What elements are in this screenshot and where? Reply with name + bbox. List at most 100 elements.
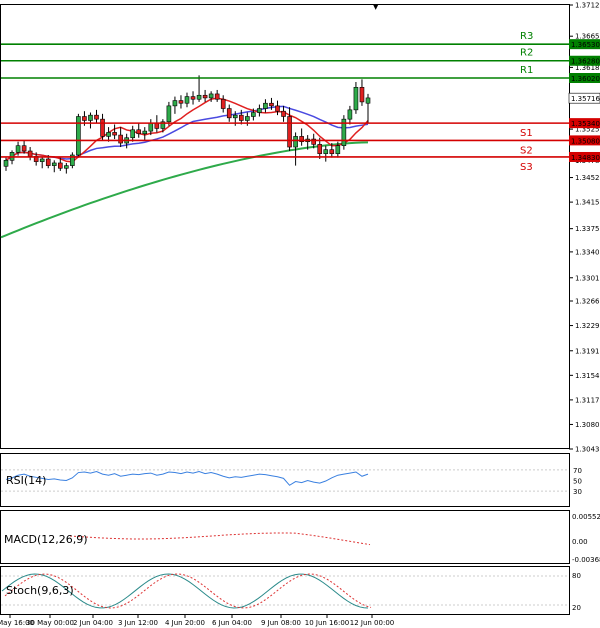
y-tick-label: 1.31170 bbox=[575, 396, 600, 404]
level-name-r2: R2 bbox=[520, 48, 533, 59]
x-tick-label: 12 Jun 00:00 bbox=[350, 619, 394, 627]
candle-body bbox=[275, 105, 280, 112]
y-tick-label: 1.34150 bbox=[575, 199, 600, 207]
y-tick-label: 1.37120 bbox=[575, 2, 600, 10]
y-tick-label: 1.33400 bbox=[575, 248, 600, 256]
macd-label: MACD(12,26,9) bbox=[4, 533, 88, 546]
candle-body bbox=[172, 100, 178, 107]
macd-tick-label: 0.005524 bbox=[572, 513, 600, 521]
candle-body bbox=[130, 129, 135, 139]
y-tick-label: 1.31910 bbox=[575, 347, 600, 355]
level-price-label: 1.36530 bbox=[571, 41, 600, 49]
candle-body bbox=[214, 93, 220, 100]
stoch-label: Stoch(9,6,3) bbox=[6, 584, 74, 597]
level-name-s1: S1 bbox=[520, 128, 533, 139]
candle-body bbox=[51, 162, 57, 166]
stoch-tick-label: 80 bbox=[572, 572, 581, 580]
candle-body bbox=[232, 114, 238, 119]
candle-body bbox=[329, 149, 335, 154]
level-name-s3: S3 bbox=[520, 162, 533, 173]
y-tick-label: 1.31540 bbox=[575, 372, 600, 380]
candle-body bbox=[82, 116, 87, 121]
x-tick-label: 30 May 00:00 bbox=[26, 619, 74, 627]
candle-body bbox=[220, 98, 226, 109]
candle-body bbox=[365, 97, 371, 104]
candle-body bbox=[94, 114, 99, 120]
x-tick-label: 2 Jun 04:00 bbox=[73, 619, 113, 627]
candle-body bbox=[184, 96, 190, 104]
candle-body bbox=[245, 116, 250, 121]
candle-body bbox=[148, 122, 154, 132]
candle-body bbox=[21, 145, 27, 152]
rsi-tick-label: 70 bbox=[573, 467, 582, 475]
y-tick-label: 1.33010 bbox=[575, 274, 600, 282]
scroll-arrow-icon: ▼ bbox=[373, 3, 379, 11]
level-name-s2: S2 bbox=[520, 145, 533, 156]
level-name-r1: R1 bbox=[520, 65, 533, 76]
candle-body bbox=[39, 158, 45, 162]
stoch-tick-label: 20 bbox=[572, 604, 581, 612]
y-tick-label: 1.32660 bbox=[575, 298, 600, 306]
candle-body bbox=[76, 116, 81, 156]
candle-body bbox=[323, 149, 329, 154]
candle-body bbox=[100, 118, 105, 137]
candle-body bbox=[190, 96, 196, 100]
candle-body bbox=[45, 158, 51, 166]
candle-body bbox=[353, 86, 359, 111]
rsi-tick-label: 50 bbox=[573, 478, 582, 486]
level-price-label: 1.35340 bbox=[571, 120, 600, 128]
candle-body bbox=[287, 116, 292, 148]
candle-body bbox=[15, 145, 21, 153]
candle-body bbox=[269, 102, 274, 107]
candle-body bbox=[136, 129, 142, 135]
candle-body bbox=[142, 130, 148, 135]
current-price-label: 1.35716 bbox=[571, 95, 600, 103]
rsi-label: RSI(14) bbox=[6, 474, 46, 487]
candle-body bbox=[239, 114, 244, 121]
stoch-pane-frame bbox=[0, 566, 570, 615]
candle-body bbox=[335, 145, 341, 154]
macd-tick-label: -0.003689 bbox=[572, 556, 600, 564]
y-tick-label: 1.33750 bbox=[575, 225, 600, 233]
y-tick-label: 1.30800 bbox=[575, 421, 600, 429]
candle-body bbox=[208, 93, 214, 99]
candle-body bbox=[112, 132, 117, 136]
candle-body bbox=[251, 112, 256, 117]
x-tick-label: 4 Jun 20:00 bbox=[165, 619, 205, 627]
candle-body bbox=[263, 102, 268, 109]
level-price-label: 1.36280 bbox=[571, 58, 600, 66]
candle-body bbox=[317, 144, 323, 154]
candle-body bbox=[88, 114, 93, 121]
x-tick-label: 6 Jun 04:00 bbox=[212, 619, 252, 627]
y-tick-label: 1.34520 bbox=[575, 174, 600, 182]
rsi-tick-label: 30 bbox=[573, 488, 582, 496]
level-name-r3: R3 bbox=[520, 31, 533, 42]
candle-body bbox=[118, 134, 123, 144]
candle-body bbox=[226, 108, 232, 119]
x-tick-label: 10 Jun 16:00 bbox=[305, 619, 349, 627]
candle-body bbox=[281, 110, 286, 117]
candle-body bbox=[196, 94, 202, 100]
main-pane-frame bbox=[0, 4, 570, 449]
chart-window: 1.371201.366501.361801.357101.352501.347… bbox=[0, 0, 600, 628]
level-price-label: 1.36020 bbox=[571, 75, 600, 83]
level-price-label: 1.34830 bbox=[571, 154, 600, 162]
x-tick-label: 3 Jun 12:00 bbox=[118, 619, 158, 627]
candle-body bbox=[178, 100, 184, 104]
y-tick-label: 1.32290 bbox=[575, 322, 600, 330]
level-price-label: 1.35080 bbox=[571, 137, 600, 145]
price-chart: 1.371201.366501.361801.357101.352501.347… bbox=[0, 2, 600, 627]
candle-body bbox=[64, 165, 69, 169]
candle-body bbox=[166, 105, 172, 123]
candle-body bbox=[293, 136, 298, 148]
candle-body bbox=[359, 86, 365, 103]
candle-body bbox=[3, 160, 9, 167]
candle-body bbox=[347, 109, 353, 120]
candle-body bbox=[27, 150, 33, 157]
y-tick-label: 1.30430 bbox=[575, 446, 600, 454]
macd-tick-label: 0.00 bbox=[572, 538, 588, 546]
candle-body bbox=[202, 94, 208, 99]
candle-body bbox=[106, 132, 111, 137]
candle-body bbox=[57, 162, 63, 169]
candle-body bbox=[257, 108, 262, 113]
